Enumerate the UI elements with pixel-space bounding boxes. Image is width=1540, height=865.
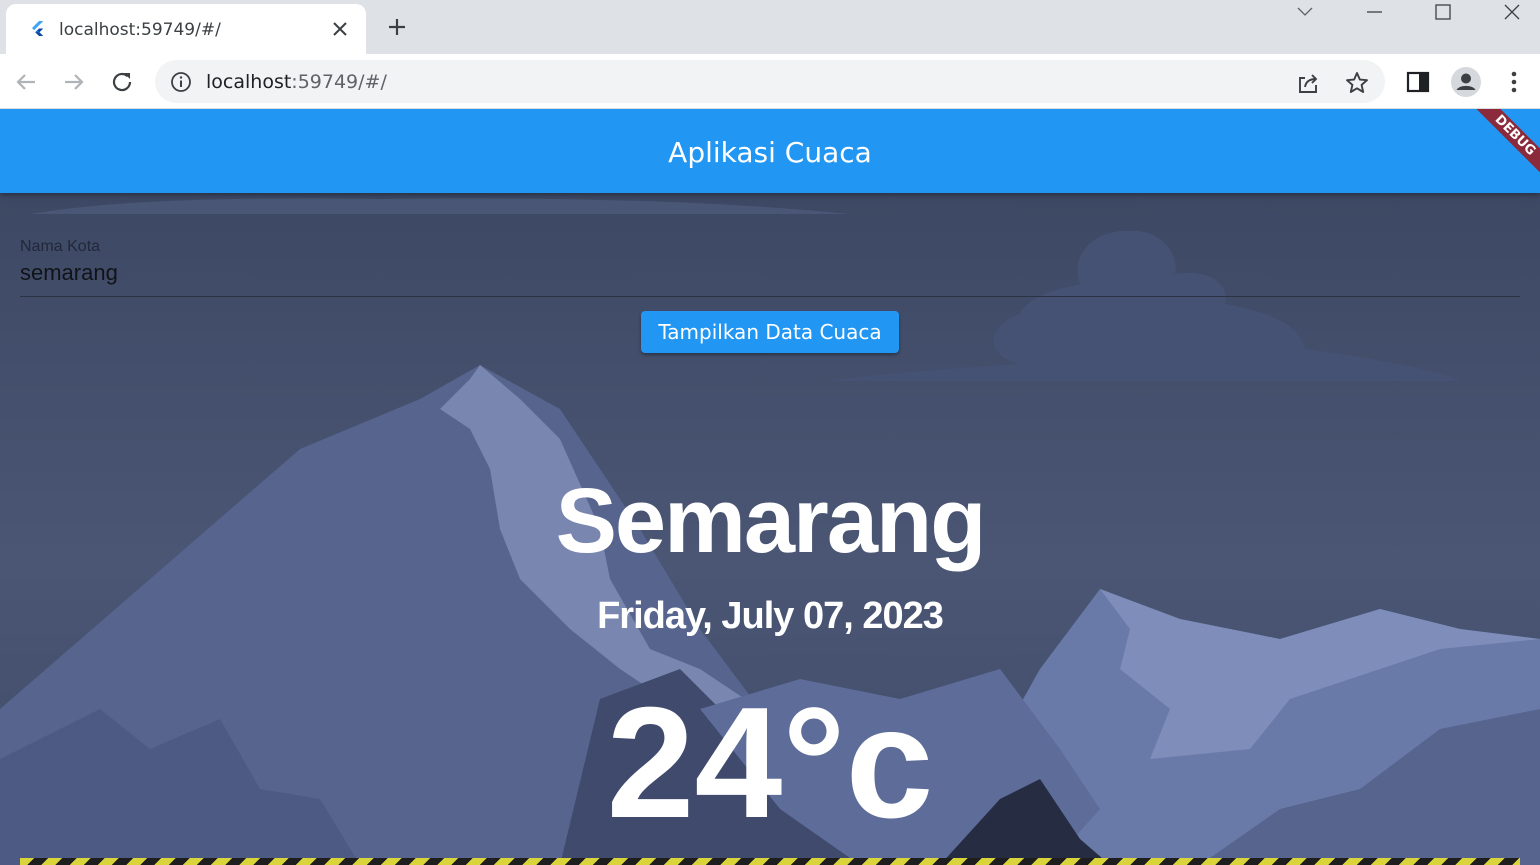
city-name-display: Semarang — [555, 470, 987, 572]
app-bar: Aplikasi Cuaca — [0, 109, 1540, 193]
app-viewport: Aplikasi Cuaca DEBUG Nama Kota Tampilkan… — [0, 109, 1540, 865]
minimize-icon[interactable] — [1340, 0, 1408, 30]
url-path: :59749/#/ — [291, 71, 387, 93]
url-host: localhost — [206, 71, 292, 93]
profile-icon[interactable] — [1450, 66, 1482, 98]
tab-title: localhost:59749/#/ — [59, 20, 221, 40]
info-icon[interactable] — [170, 71, 192, 93]
more-vert-icon[interactable] — [1498, 66, 1530, 98]
side-panel-icon[interactable] — [1402, 66, 1434, 98]
back-arrow-icon[interactable] — [10, 66, 42, 98]
maximize-icon[interactable] — [1408, 0, 1476, 30]
tab-search-icon[interactable] — [1270, 0, 1338, 30]
browser-tab[interactable]: localhost:59749/#/ — [6, 4, 366, 54]
temperature-display: 24°c — [606, 675, 934, 851]
address-bar[interactable]: localhost:59749/#/ — [155, 60, 1385, 103]
window-close-icon[interactable] — [1476, 0, 1540, 30]
city-name-input[interactable] — [20, 258, 1520, 288]
plus-icon[interactable] — [385, 15, 409, 39]
share-icon[interactable] — [1295, 70, 1321, 96]
reload-icon[interactable] — [106, 66, 138, 98]
close-icon[interactable] — [328, 17, 352, 41]
show-weather-button[interactable]: Tampilkan Data Cuaca — [641, 311, 899, 353]
app-title: Aplikasi Cuaca — [668, 136, 872, 169]
url-text[interactable]: localhost:59749/#/ — [206, 71, 387, 93]
city-name-label: Nama Kota — [20, 238, 101, 255]
overflow-warning-strip — [20, 858, 1520, 865]
flutter-icon — [32, 21, 44, 36]
city-name-field[interactable]: Nama Kota — [20, 236, 1520, 297]
browser-tabstrip: localhost:59749/#/ — [0, 0, 1540, 54]
date-display: Friday, July 07, 2023 — [597, 595, 944, 637]
browser-toolbar: localhost:59749/#/ — [0, 54, 1540, 109]
star-icon[interactable] — [1344, 70, 1370, 96]
forward-arrow-icon[interactable] — [58, 66, 90, 98]
